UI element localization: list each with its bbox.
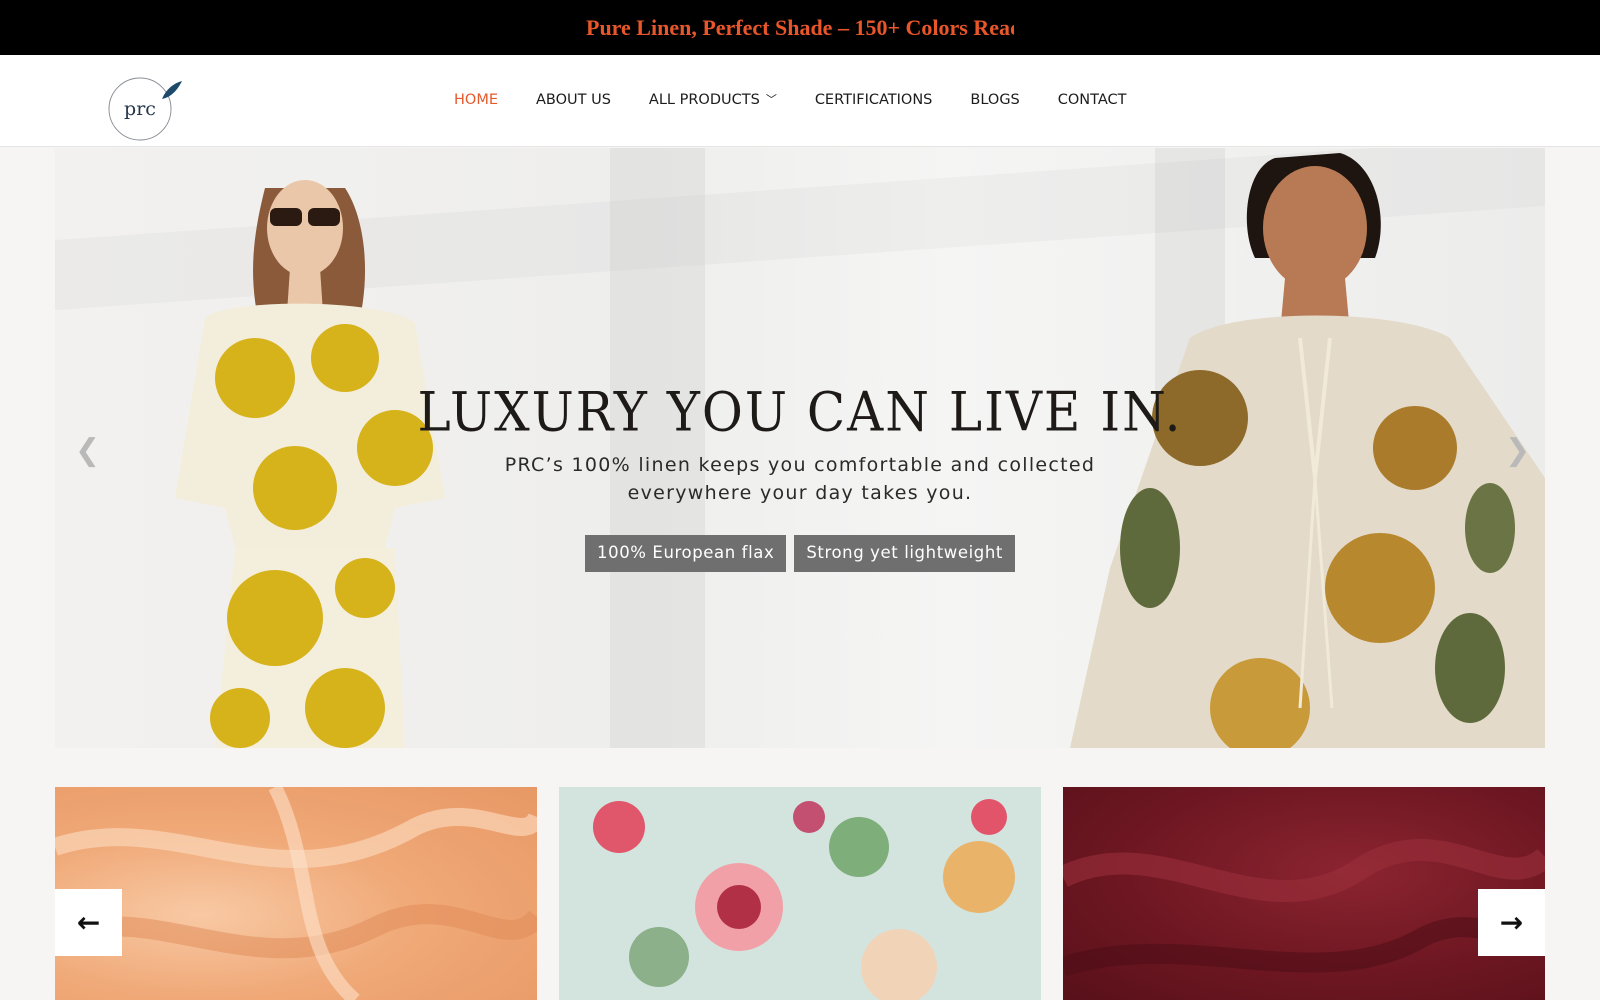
nav-blogs[interactable]: BLOGS — [970, 92, 1019, 108]
header-nav: prc HOME ABOUT US ALL PRODUCTS ﹀ CERTIFIC… — [0, 55, 1600, 147]
hero-tags: 100% European flax Strong yet lightweigh… — [55, 535, 1545, 572]
nav-contact-label: CONTACT — [1057, 92, 1127, 108]
carousel-prev-button[interactable]: ← — [55, 889, 122, 956]
nav-contact[interactable]: CONTACT — [1058, 92, 1127, 108]
card-maroon-linen[interactable] — [1063, 787, 1545, 1000]
hero-copy: LUXURY YOU CAN LIVE IN. PRC’s 100% linen… — [55, 380, 1545, 572]
announcement-bar: Pure Linen, Perfect Shade – 150+ Colors … — [0, 0, 1600, 55]
chevron-down-icon: ﹀ — [765, 93, 777, 106]
hero-tag: Strong yet lightweight — [794, 535, 1015, 572]
nav-certifications[interactable]: CERTIFICATIONS — [815, 92, 933, 108]
nav-home-label: HOME — [454, 92, 498, 108]
brand-logo[interactable]: prc — [106, 71, 186, 141]
main-nav: HOME ABOUT US ALL PRODUCTS ﹀ CERTIFICATIO… — [454, 92, 1165, 108]
fabric-image — [559, 787, 1041, 1000]
hero-title: LUXURY YOU CAN LIVE IN. — [417, 380, 1183, 444]
hero-tag: 100% European flax — [585, 535, 787, 572]
product-carousel: ← → — [55, 787, 1545, 1000]
announcement-text: Pure Linen, Perfect Shade – 150+ Colors … — [586, 14, 1014, 40]
nav-about-us[interactable]: ABOUT US — [536, 92, 611, 108]
hero-slider: ❮ ❯ LUXURY YOU CAN LIVE IN. PRC’s 100% l… — [55, 148, 1545, 748]
card-peach-linen[interactable] — [55, 787, 537, 1000]
carousel-next-button[interactable]: → — [1478, 889, 1545, 956]
arrow-left-icon: ← — [76, 906, 101, 939]
nav-all-products-label: ALL PRODUCTS — [648, 92, 760, 108]
card-floral-print-linen[interactable] — [559, 787, 1041, 1000]
fabric-image — [55, 787, 537, 1000]
nav-certifications-label: CERTIFICATIONS — [814, 92, 933, 108]
fabric-image — [1063, 838, 1545, 977]
nav-about-us-label: ABOUT US — [536, 92, 611, 108]
nav-home[interactable]: HOME — [454, 92, 498, 108]
nav-all-products[interactable]: ALL PRODUCTS ﹀ — [649, 92, 777, 108]
arrow-right-icon: → — [1499, 906, 1524, 939]
nav-blogs-label: BLOGS — [970, 92, 1020, 108]
hero-subtitle: PRC’s 100% linen keeps you comfortable a… — [504, 454, 1096, 504]
logo-text: prc — [124, 98, 156, 120]
